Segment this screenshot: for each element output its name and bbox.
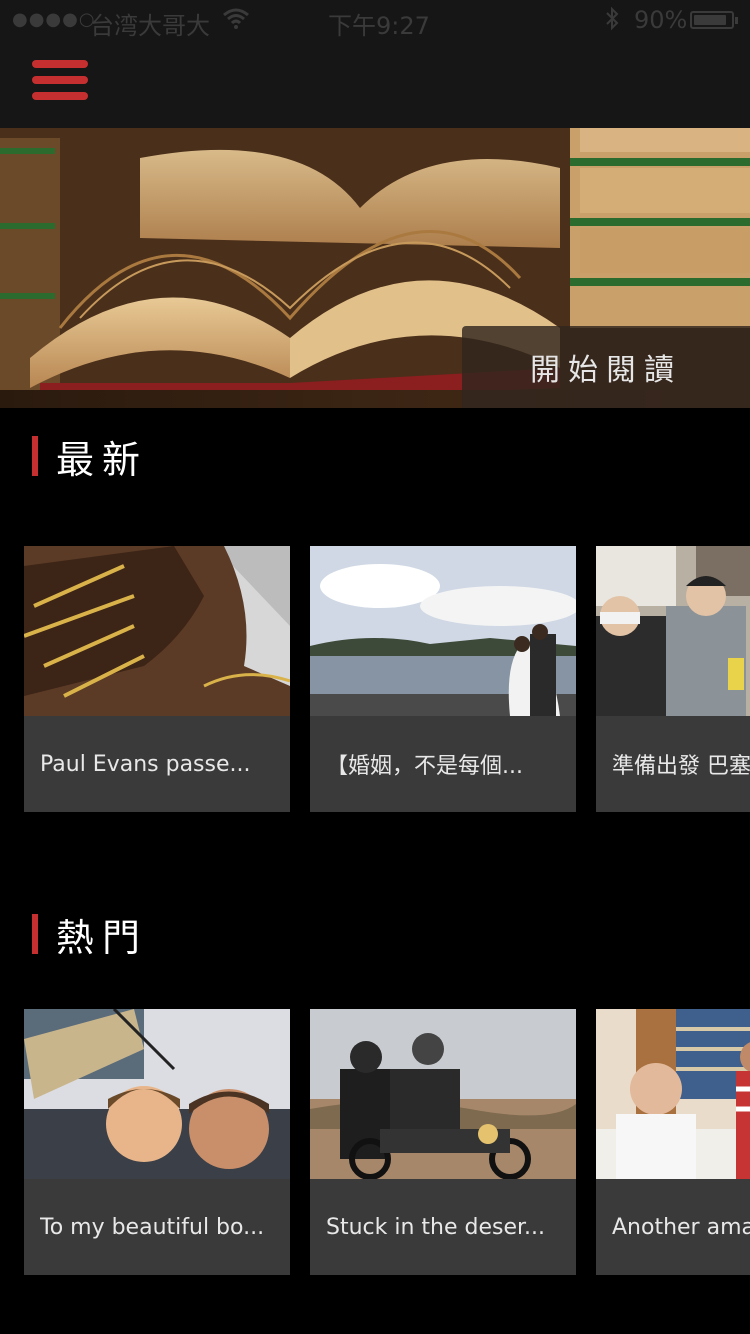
motorcycle-desert-photo — [310, 1009, 576, 1179]
latest-card-row[interactable]: Paul Evans passe... 【婚姻，不是每個... 準備出發 巴塞 — [0, 546, 750, 812]
section-accent-bar — [32, 914, 38, 954]
menu-line — [32, 76, 88, 84]
article-card[interactable]: 【婚姻，不是每個... — [310, 546, 576, 812]
menu-line — [32, 92, 88, 100]
article-card[interactable]: To my beautiful bo... — [24, 1009, 290, 1275]
start-reading-button[interactable]: 開始閱讀 — [462, 326, 750, 408]
father-son-selfie-photo — [24, 1009, 290, 1179]
card-caption: Stuck in the deser... — [326, 1214, 546, 1240]
wifi-icon — [222, 6, 250, 36]
navigation-bar — [0, 40, 750, 128]
menu-line — [32, 60, 88, 68]
popular-card-row[interactable]: To my beautiful bo... Stuck in the deser… — [0, 1009, 750, 1275]
carrier-name: 台湾大哥大 — [90, 12, 210, 40]
card-caption: Paul Evans passe... — [40, 751, 251, 777]
status-bar: ●●●●○ 台湾大哥大 下午9:27 90% — [0, 0, 750, 40]
section-accent-bar — [32, 436, 38, 476]
section-header-popular: 熱門 — [32, 912, 148, 960]
bluetooth-icon — [604, 6, 620, 38]
section-header-latest: 最新 — [32, 434, 148, 482]
section-title: 熱門 — [56, 915, 149, 960]
section-title: 最新 — [56, 437, 149, 482]
battery-level-fill — [694, 15, 726, 25]
article-card[interactable]: Stuck in the deser... — [310, 1009, 576, 1275]
clock-time: 下午9:27 — [328, 12, 430, 40]
sushi-chef-photo — [596, 1009, 750, 1179]
wedding-couple-river-photo — [310, 546, 576, 716]
card-caption: Another ama — [612, 1214, 750, 1240]
hero-banner[interactable]: 開始閱讀 — [0, 128, 750, 408]
article-card[interactable]: 準備出發 巴塞 — [596, 546, 750, 812]
article-card[interactable]: Paul Evans passe... — [24, 546, 290, 812]
card-caption: 準備出發 巴塞 — [612, 754, 750, 779]
app-screen: ●●●●○ 台湾大哥大 下午9:27 90% 開始閱讀 最新 Paul Evan… — [0, 0, 750, 1334]
card-caption: To my beautiful bo... — [40, 1214, 265, 1240]
article-card[interactable]: Another ama — [596, 1009, 750, 1275]
two-men-sitting-photo — [596, 546, 750, 716]
battery-icon — [690, 11, 738, 29]
boot-laces-photo — [24, 546, 290, 716]
battery-percent: 90% — [634, 6, 688, 34]
hamburger-menu-icon[interactable] — [30, 58, 90, 104]
card-caption: 【婚姻，不是每個... — [326, 754, 523, 779]
signal-strength-icon: ●●●●○ — [12, 9, 96, 30]
